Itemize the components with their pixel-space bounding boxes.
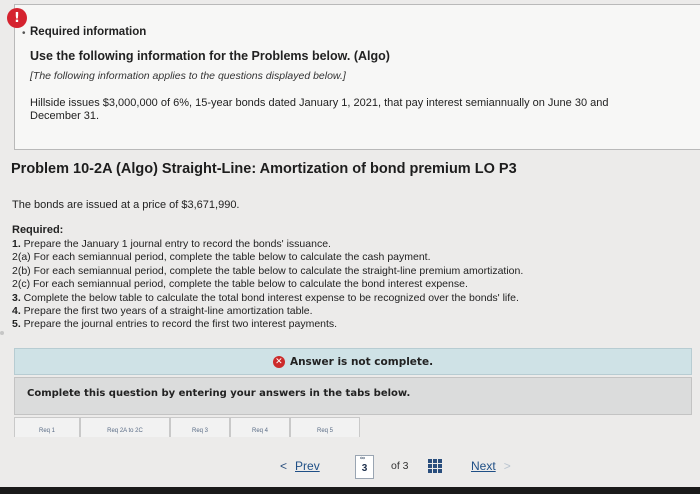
requirement-item: 2(a) For each semiannual period, complet…	[12, 251, 431, 264]
link-icon: ∞	[360, 455, 365, 462]
current-page-number: 3	[361, 463, 368, 474]
requirement-item: 2(b) For each semiannual period, complet…	[12, 264, 524, 277]
alert-icon: !	[7, 8, 27, 28]
requirement-item: 4. Prepare the first two years of a stra…	[12, 305, 313, 318]
tab-req-2a-2c[interactable]: Req 2A to 2C	[80, 417, 170, 437]
required-information-title: Required information	[30, 26, 147, 38]
use-following-heading: Use the following information for the Pr…	[30, 49, 390, 63]
requirements-list: 1. Prepare the January 1 journal entry t…	[12, 238, 523, 332]
grid-icon[interactable]	[428, 459, 442, 473]
edge-marker	[0, 331, 4, 335]
pagination: < Prev ∞ 3 of 3 Next >	[280, 453, 511, 479]
prev-button[interactable]: < Prev	[280, 459, 320, 473]
applies-note: [The following information applies to th…	[30, 70, 346, 82]
chevron-left-icon: <	[280, 459, 288, 473]
tab-req-3[interactable]: Req 3	[170, 417, 230, 437]
scenario-text: Hillside issues $3,000,000 of 6%, 15-yea…	[30, 97, 609, 122]
current-page-box[interactable]: ∞ 3	[355, 455, 374, 479]
requirement-item: 2(c) For each semiannual period, complet…	[12, 278, 468, 291]
page-count-text: of 3	[391, 460, 409, 472]
next-button[interactable]: Next >	[471, 459, 511, 473]
answer-status-text: Answer is not complete.	[289, 355, 434, 368]
error-x-icon: ✕	[272, 355, 285, 368]
requirement-item: 5. Prepare the journal entries to record…	[12, 318, 338, 331]
required-label: Required:	[12, 224, 64, 236]
requirement-item: 1. Prepare the January 1 journal entry t…	[12, 238, 331, 250]
chevron-right-icon: >	[503, 459, 511, 473]
requirement-tabs: Req 1 Req 2A to 2C Req 3 Req 4 Req 5	[14, 417, 360, 437]
next-label: Next	[471, 459, 496, 473]
problem-title: Problem 10-2A (Algo) Straight-Line: Amor…	[11, 161, 517, 177]
instruction-text: Complete this question by entering your …	[27, 388, 411, 399]
issue-price-text: The bonds are issued at a price of $3,67…	[12, 199, 240, 211]
tab-req-5[interactable]: Req 5	[290, 417, 360, 437]
answer-status-bar: ✕ Answer is not complete.	[14, 348, 692, 375]
prev-label: Prev	[295, 459, 320, 473]
bullet-icon: •	[22, 28, 26, 39]
tab-req-4[interactable]: Req 4	[230, 417, 290, 437]
requirement-item: 3. Complete the below table to calculate…	[12, 291, 519, 304]
instruction-bar: Complete this question by entering your …	[14, 377, 692, 415]
bottom-edge	[0, 487, 700, 494]
tab-req-1[interactable]: Req 1	[14, 417, 80, 437]
